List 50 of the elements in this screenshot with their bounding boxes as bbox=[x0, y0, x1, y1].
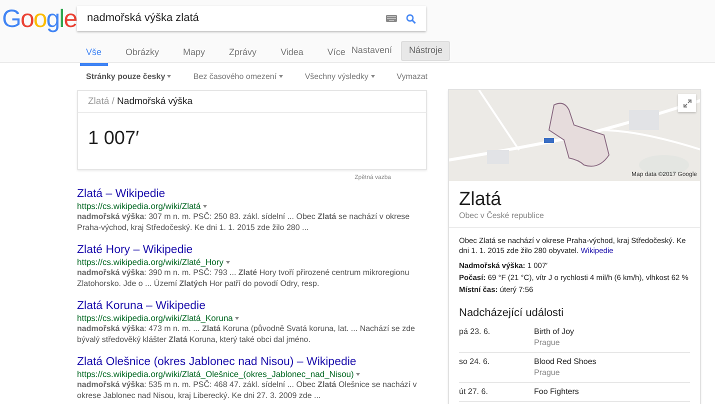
event-place: Prague bbox=[534, 366, 561, 378]
breadcrumb-current: Nadmořská výška bbox=[117, 96, 193, 107]
result-url[interactable]: https://cs.wikipedia.org/wiki/Zlatá bbox=[77, 201, 201, 211]
logo[interactable]: Google bbox=[0, 6, 77, 30]
event-date: pá 23. 6. bbox=[459, 326, 492, 338]
settings-link[interactable]: Nastavení bbox=[351, 45, 392, 57]
expand-icon bbox=[682, 98, 692, 108]
result-title-link[interactable]: Zlaté Hory – Wikipedie bbox=[77, 244, 193, 257]
caret-icon[interactable] bbox=[235, 316, 240, 320]
result-snippet: nadmořská výška: 535 m n. m. PSČ: 468 47. zákl. sídelní ... Obec Zlatá Olešnice se nachází v okrese Jablonec nad Nisou, kraj Liberecký. Ke dni 27. 3. 2009 zde ... bbox=[77, 379, 418, 401]
filter-menu[interactable]: Stránky pouze česky bbox=[86, 72, 172, 82]
tab[interactable]: Obrázky bbox=[120, 42, 166, 66]
tab[interactable]: Mapy bbox=[177, 42, 212, 66]
search-field[interactable]: nadmořská výška zlatá bbox=[77, 6, 426, 31]
caret-icon[interactable] bbox=[356, 372, 360, 376]
event-row[interactable]: pá 23. 6. Birth of Joy Prague bbox=[459, 322, 690, 353]
caret-icon[interactable] bbox=[203, 204, 208, 208]
filter-menu[interactable]: Všechny výsledky bbox=[304, 72, 375, 82]
event-date: út 27. 6. bbox=[459, 386, 489, 397]
result-snippet: nadmořská výška: 390 m n. m. PSČ: 793 ... Zlaté Hory tvoří přirozené centrum mikroregionu Zlatohorsko. Jde o ... Území Zlatých Hor patří do povodí Odry, resp. bbox=[77, 267, 410, 289]
event-row[interactable]: út 27. 6. Foo Fighters bbox=[459, 382, 690, 402]
caret-icon[interactable] bbox=[226, 260, 230, 264]
event-name: Foo Fighters bbox=[534, 386, 579, 397]
event-place: Prague bbox=[534, 336, 561, 348]
tab[interactable]: Videa bbox=[274, 42, 310, 66]
result-snippet: nadmořská výška: 473 m n. m. ... Zlatá Koruna (původně Svatá koruna, lat. ... Nachází se zde bývalý středověký klášter Zlatá Koruna, který také obci dal jméno. bbox=[77, 323, 416, 345]
panel-title: Zlatá bbox=[459, 189, 502, 211]
breadcrumb-separator: / bbox=[112, 96, 114, 107]
filter-menu[interactable]: Bez časového omezení bbox=[193, 72, 283, 82]
tab[interactable]: Více bbox=[321, 42, 352, 66]
keyboard-icon[interactable] bbox=[386, 15, 397, 22]
result-title-link[interactable]: Zlatá Olešnice (okres Jablonec nad Nisou) – Wikipedie bbox=[77, 356, 356, 369]
result-title-link[interactable]: Zlatá Koruna – Wikipedie bbox=[77, 300, 206, 313]
tab[interactable]: Zprávy bbox=[223, 42, 263, 66]
expand-button[interactable] bbox=[678, 94, 696, 112]
search-icon[interactable] bbox=[406, 14, 416, 24]
event-date: so 24. 6. bbox=[459, 356, 491, 368]
result-title-link[interactable]: Zlatá – Wikipedie bbox=[77, 188, 166, 201]
tools-button[interactable]: Nástroje bbox=[400, 41, 450, 61]
result-url[interactable]: https://cs.wikipedia.org/wiki/Zlatá_Koruna bbox=[77, 313, 233, 323]
event-name: Birth of Joy bbox=[534, 326, 574, 337]
event-name: Blood Red Shoes bbox=[534, 356, 596, 367]
panel-subtitle: Obec v České republice bbox=[459, 211, 545, 221]
event-row[interactable]: so 24. 6. Blood Red Shoes Prague bbox=[459, 352, 690, 383]
result-snippet: nadmořská výška: 307 m n. m. PSČ: 250 83. zákl. sídelní ... Obec Zlatá se nachází v okrese Praha-východ, kraj Středočeský. Ke dni 1. 1. 2015 zde žilo 280 ... bbox=[77, 211, 411, 233]
result-url[interactable]: https://cs.wikipedia.org/wiki/Zlaté_Hory bbox=[77, 257, 224, 267]
filter-menu[interactable]: Vymazat bbox=[396, 72, 428, 82]
answer-value: 1 007′ bbox=[88, 128, 140, 149]
events-heading: Nadcházející události bbox=[459, 307, 565, 321]
result-url[interactable]: https://cs.wikipedia.org/wiki/Zlatá_Olešnice_(okres_Jablonec_nad_Nisou) bbox=[77, 369, 354, 379]
